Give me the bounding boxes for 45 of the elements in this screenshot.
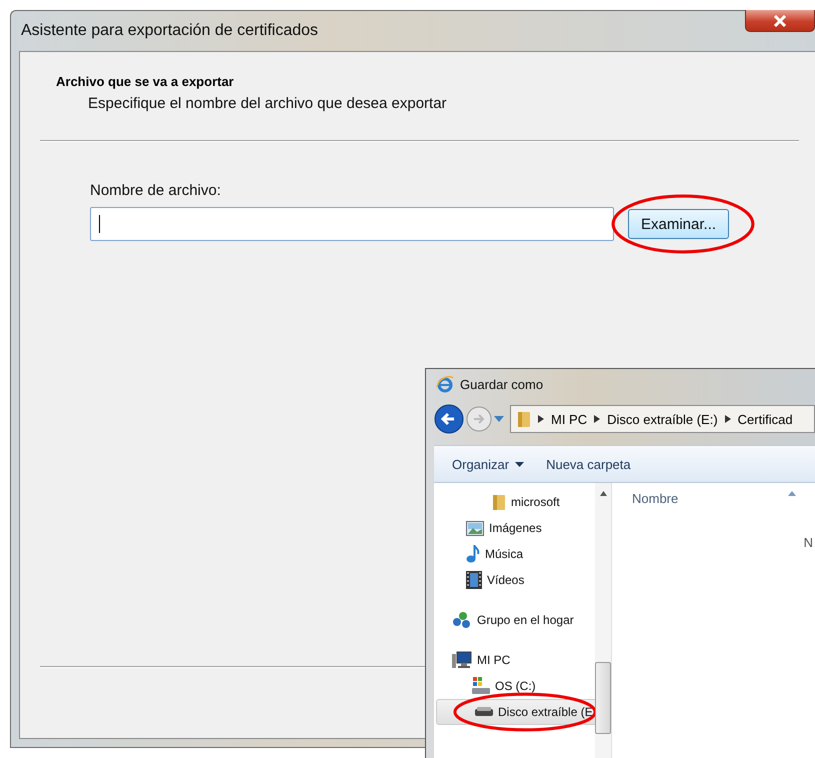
tree-item[interactable]: Disco extraíble (E	[436, 699, 598, 725]
new-folder-button[interactable]: Nueva carpeta	[542, 454, 635, 474]
image-icon	[466, 520, 484, 536]
scroll-thumb[interactable]	[595, 662, 611, 734]
breadcrumb-item[interactable]: Disco extraíble (E:)	[607, 412, 718, 426]
tree-item[interactable]: OS (C:)	[434, 673, 540, 699]
window-title: Asistente para exportación de certificados	[20, 22, 318, 40]
computer-icon	[452, 651, 472, 669]
tree-item[interactable]: Música	[434, 541, 528, 567]
folder-icon	[517, 410, 531, 428]
column-header[interactable]: Nombre	[632, 491, 678, 506]
tree-item[interactable]: Grupo en el hogar	[434, 607, 578, 633]
scrollbar[interactable]	[595, 483, 611, 758]
tree-item[interactable]: Vídeos	[434, 567, 528, 593]
section-subtitle: Especifique el nombre del archivo que desea exportar	[87, 95, 448, 112]
close-icon	[773, 14, 787, 26]
organize-menu[interactable]: Organizar	[448, 454, 528, 474]
file-name-field[interactable]	[90, 207, 614, 241]
empty-folder-message: N	[804, 535, 813, 550]
network-icon	[452, 611, 472, 629]
browse-button[interactable]: Examinar...	[628, 209, 730, 239]
chevron-icon	[538, 415, 544, 423]
sort-arrow-icon	[788, 491, 796, 496]
breadcrumb-item[interactable]: MI PC	[551, 412, 588, 426]
close-button[interactable]	[745, 10, 815, 32]
film-icon	[466, 571, 482, 589]
back-button[interactable]	[434, 404, 464, 434]
address-bar[interactable]: MI PC Disco extraíble (E:) Certificad	[510, 405, 815, 433]
caret-icon	[515, 462, 524, 466]
tree-item[interactable]: MI PC	[434, 647, 514, 673]
tree-item[interactable]: Imágenes	[434, 515, 546, 541]
music-note-icon	[466, 545, 480, 563]
scroll-up-icon	[600, 491, 606, 496]
browser-logo-icon	[436, 375, 454, 393]
dialog-title: Guardar como	[460, 376, 544, 392]
breadcrumb-item[interactable]: Certificad	[738, 412, 793, 426]
field-label: Nombre de archivo:	[90, 182, 222, 199]
section-title: Archivo que se va a exportar	[56, 74, 235, 89]
drive-icon	[472, 677, 490, 695]
folder-icon	[492, 493, 506, 511]
dropdown-caret-icon	[494, 416, 504, 422]
chevron-icon	[724, 415, 731, 423]
drive-icon	[475, 707, 493, 717]
tree-item[interactable]: microsoft	[434, 489, 564, 515]
chevron-icon	[594, 415, 600, 423]
